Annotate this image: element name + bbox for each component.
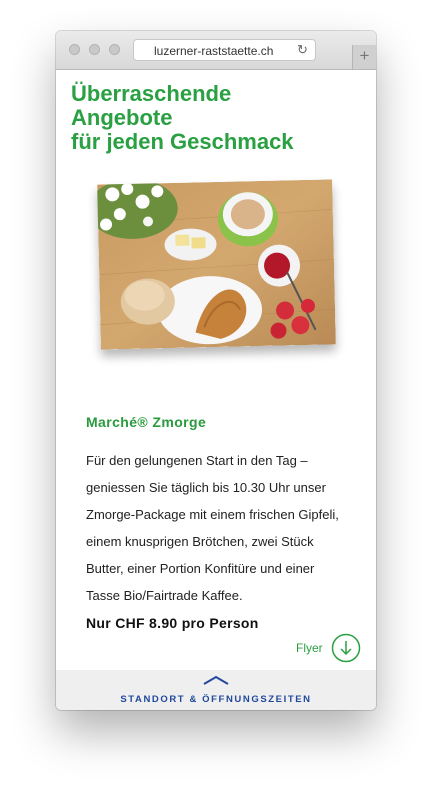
minimize-window-button[interactable] (89, 44, 100, 55)
page-headline: Überraschende Angebote für jeden Geschma… (71, 82, 294, 154)
arrow-down-circle-icon[interactable] (331, 633, 361, 663)
zoom-window-button[interactable] (109, 44, 120, 55)
page-content: Überraschende Angebote für jeden Geschma… (56, 70, 376, 670)
section-title: Marché® Zmorge (86, 414, 207, 430)
address-bar[interactable]: luzerner-raststaette.ch ↻ (133, 39, 316, 61)
flyer-link[interactable]: Flyer (296, 641, 323, 655)
browser-titlebar: luzerner-raststaette.ch ↻ + (56, 31, 376, 70)
headline-line-1: Überraschende (71, 81, 232, 106)
new-tab-button[interactable]: + (352, 45, 376, 69)
headline-line-2: Angebote (71, 105, 173, 130)
offer-description: Für den gelungenen Start in den Tag – ge… (86, 453, 339, 603)
headline-line-3: für jeden Geschmack (71, 129, 294, 154)
offer-price: Nur CHF 8.90 pro Person (86, 615, 259, 631)
url-text: luzerner-raststaette.ch (154, 44, 274, 58)
close-window-button[interactable] (69, 44, 80, 55)
reload-icon[interactable]: ↻ (297, 42, 308, 58)
browser-window: luzerner-raststaette.ch ↻ + Überraschend… (56, 31, 376, 710)
chevron-up-icon[interactable] (202, 674, 230, 686)
footer-label[interactable]: STANDORT & ÖFFNUNGSZEITEN (56, 694, 376, 705)
plus-icon: + (359, 46, 370, 65)
breakfast-photo (97, 179, 336, 350)
footer-bar[interactable]: STANDORT & ÖFFNUNGSZEITEN (56, 670, 376, 710)
